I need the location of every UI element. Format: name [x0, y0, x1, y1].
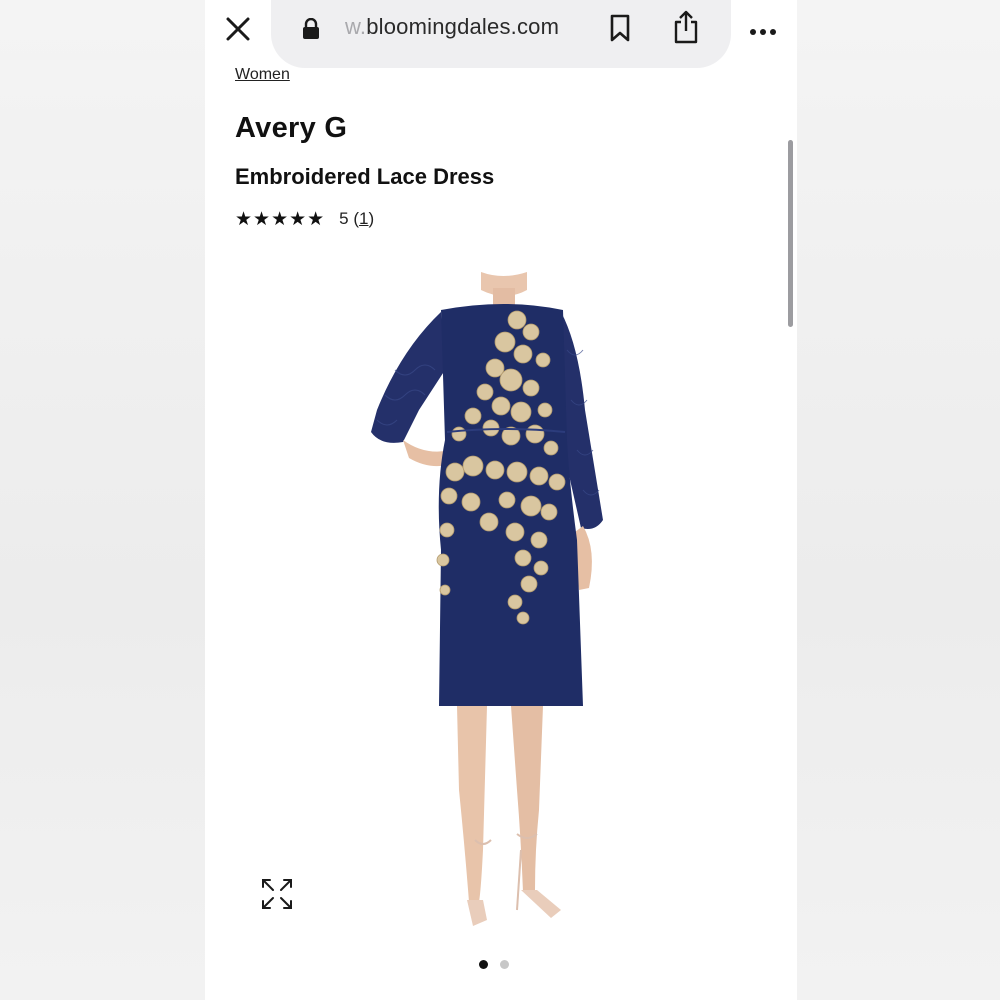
url-text[interactable]: w.bloomingdales.com	[345, 14, 559, 40]
product-image[interactable]	[205, 250, 797, 940]
rating-value: 5	[339, 209, 349, 228]
review-count: (1)	[349, 209, 375, 229]
product-title: Embroidered Lace Dress	[235, 164, 495, 189]
carousel-pagination	[479, 960, 509, 969]
url-prefix: w.	[345, 14, 367, 39]
review-count-link[interactable]: 1	[359, 209, 368, 228]
expand-arrows-icon[interactable]	[259, 876, 295, 912]
star-rating-icons: ★★★★★	[235, 208, 326, 230]
breadcrumb-link[interactable]: Women	[235, 68, 290, 82]
more-icon[interactable]	[749, 24, 777, 35]
share-icon[interactable]	[673, 10, 699, 44]
right-blur-margin	[797, 0, 1000, 1000]
left-blur-margin	[0, 0, 205, 1000]
product-brand[interactable]: Avery G	[235, 112, 347, 145]
carousel-dot-2[interactable]	[500, 960, 509, 969]
product-rating: ★★★★★ 5 (1)	[235, 207, 374, 231]
bookmark-icon[interactable]	[609, 14, 631, 42]
url-domain: bloomingdales.com	[366, 14, 560, 39]
close-icon[interactable]	[223, 14, 253, 44]
carousel-dot-1[interactable]	[479, 960, 488, 969]
lock-icon	[303, 17, 319, 40]
review-close-paren: )	[368, 209, 375, 228]
mobile-browser-page: w.bloomingdales.com Women Avery G Embroi…	[205, 0, 797, 1000]
address-bar[interactable]: w.bloomingdales.com	[271, 0, 731, 68]
